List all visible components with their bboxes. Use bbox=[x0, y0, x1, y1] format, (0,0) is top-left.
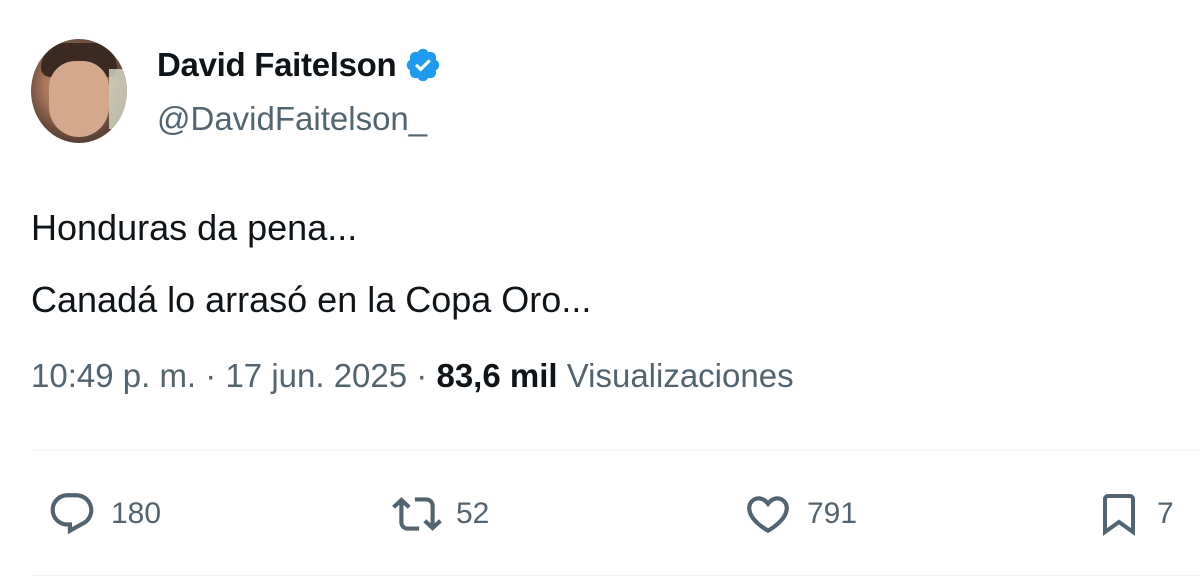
reply-button[interactable]: 180 bbox=[47, 488, 161, 540]
views-label[interactable]: Visualizaciones bbox=[567, 357, 794, 394]
like-count: 791 bbox=[807, 497, 858, 530]
verified-badge-icon[interactable] bbox=[404, 46, 442, 84]
heart-icon bbox=[747, 496, 789, 534]
retweet-icon bbox=[392, 497, 442, 531]
tweet-time[interactable]: 10:49 p. m. bbox=[31, 357, 196, 394]
views-count[interactable]: 83,6 mil bbox=[436, 357, 557, 394]
divider bbox=[31, 450, 1200, 451]
reply-icon bbox=[50, 493, 94, 535]
bookmark-icon bbox=[1103, 494, 1135, 536]
avatar-background bbox=[109, 69, 127, 129]
divider bbox=[31, 575, 1200, 576]
tweet-card: David Faitelson @DavidFaitelson_ Hondura… bbox=[0, 0, 1200, 578]
reply-count: 180 bbox=[111, 497, 162, 530]
retweet-button[interactable]: 52 bbox=[392, 488, 489, 540]
tweet-text-line: Canadá lo arrasó en la Copa Oro... bbox=[31, 279, 592, 320]
author-name-row[interactable]: David Faitelson bbox=[157, 46, 442, 84]
like-button[interactable]: 791 bbox=[743, 488, 857, 540]
avatar[interactable] bbox=[31, 39, 127, 143]
retweet-count: 52 bbox=[456, 497, 490, 530]
meta-separator: · bbox=[205, 357, 217, 394]
avatar-face bbox=[49, 61, 109, 137]
meta-separator: · bbox=[416, 357, 428, 394]
bookmark-count: 7 bbox=[1157, 497, 1174, 530]
tweet-text-line: Honduras da pena... bbox=[31, 207, 358, 248]
tweet-text: Honduras da pena... Canadá lo arrasó en … bbox=[31, 192, 591, 336]
author-handle[interactable]: @DavidFaitelson_ bbox=[157, 100, 427, 138]
tweet-date[interactable]: 17 jun. 2025 bbox=[225, 357, 407, 394]
tweet-meta: 10:49 p. m. · 17 jun. 2025 · 83,6 mil Vi… bbox=[31, 357, 794, 395]
bookmark-button[interactable]: 7 bbox=[1095, 488, 1174, 540]
author-name[interactable]: David Faitelson bbox=[157, 46, 397, 84]
